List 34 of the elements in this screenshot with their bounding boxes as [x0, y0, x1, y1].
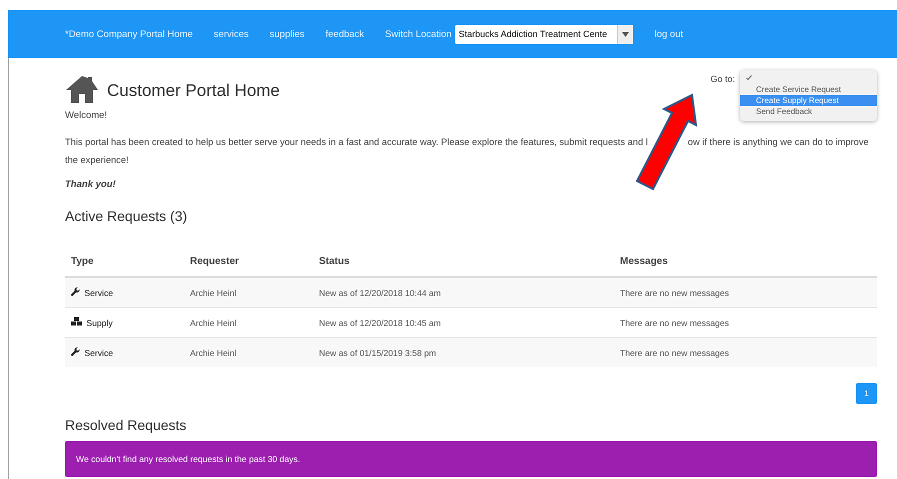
logout-link[interactable]: log out [654, 28, 684, 40]
nav-link[interactable]: supplies [270, 28, 304, 40]
notice-banner: We couldn't find any resolved requests in the past 30 days. [65, 441, 877, 477]
page-title: Customer Portal Home [107, 81, 280, 101]
nav-link[interactable]: services [214, 28, 249, 40]
cubes-icon [71, 317, 82, 326]
goto-label: Go to: [710, 74, 735, 84]
intro-text: This portal has been created to help us better serve your needs in a fast and accurate way. Please explore the features, submit requests and l [65, 137, 648, 147]
menu-item[interactable]: Create Service Request [740, 84, 877, 95]
intro-text: ow if there is anything we can do to improve [688, 137, 869, 147]
section-title: Active Requests (3) [65, 208, 188, 224]
wrench-icon [71, 287, 80, 296]
table-cell: There are no new messages [614, 338, 877, 367]
table-cell: New as of 01/15/2019 3:58 pm [313, 338, 614, 367]
home-icon [65, 75, 99, 103]
page-button[interactable]: 1 [856, 383, 877, 404]
table-cell: New as of 12/20/2018 10:44 am [313, 277, 614, 308]
thanks-text: Thank you! [65, 179, 116, 190]
caret-icon [616, 24, 633, 44]
location-select[interactable]: Starbucks Addiction Treatment Cente [454, 24, 633, 44]
section-title: Resolved Requests [65, 417, 188, 433]
table-cell: There are no new messages [614, 277, 877, 308]
nav-link[interactable]: feedback [325, 28, 364, 40]
welcome-text: Welcome! [65, 110, 108, 121]
menu-item[interactable]: Create Supply Request [740, 95, 877, 106]
menu-item[interactable]: Send Feedback [740, 106, 877, 117]
switch-location-label: Switch Location [385, 28, 452, 40]
table-cell: Archie Heinl [184, 338, 313, 367]
nav-link[interactable]: *Demo Company Portal Home [65, 28, 193, 40]
wrench-icon [71, 347, 80, 356]
table-cell: Service [65, 277, 184, 308]
intro-text: the experience! [65, 155, 129, 165]
table-cell: Archie Heinl [184, 277, 313, 308]
table-cell: Service [65, 338, 184, 367]
